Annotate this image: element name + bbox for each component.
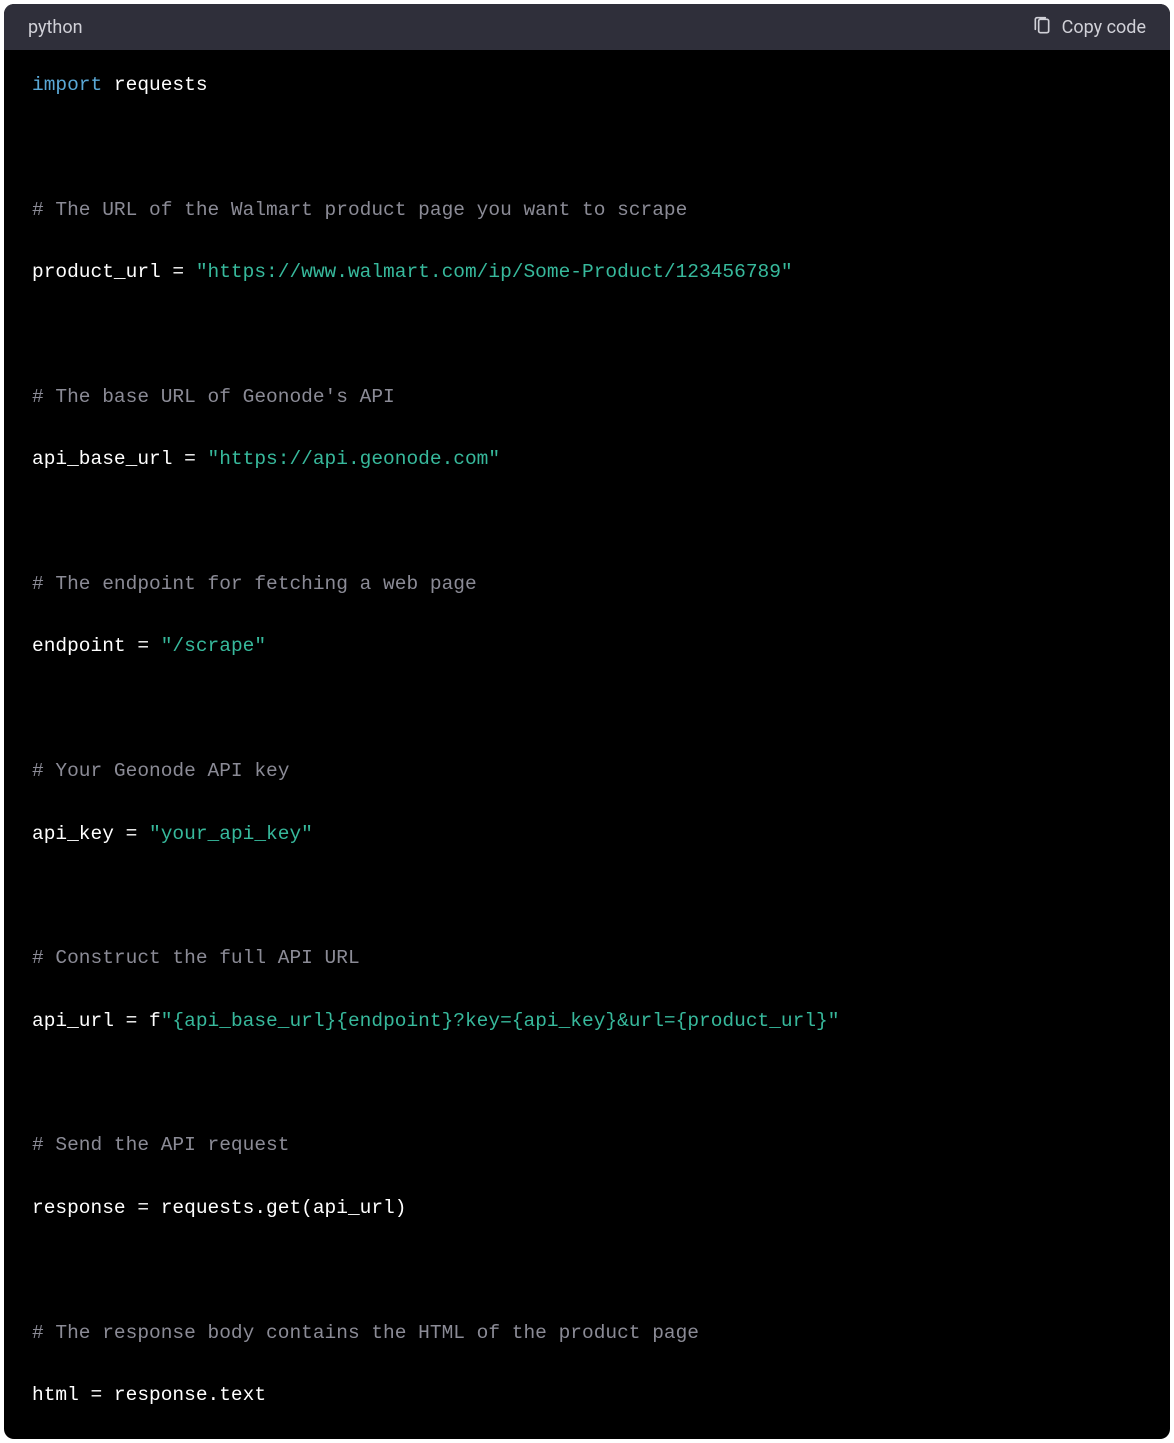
code-line: html = response.text bbox=[32, 1380, 1142, 1411]
code-line: # Construct the full API URL bbox=[32, 943, 1142, 974]
code-line bbox=[32, 881, 1142, 912]
code-token: # The URL of the Walmart product page yo… bbox=[32, 199, 687, 221]
code-token: # Send the API request bbox=[32, 1134, 289, 1156]
code-line: # The response body contains the HTML of… bbox=[32, 1318, 1142, 1349]
code-token: requests bbox=[114, 74, 208, 96]
code-body[interactable]: import requests # The URL of the Walmart… bbox=[4, 50, 1170, 1439]
code-token: # The endpoint for fetching a web page bbox=[32, 573, 477, 595]
code-token: product_url = bbox=[32, 261, 196, 283]
code-token: api_url = f bbox=[32, 1010, 161, 1032]
code-block: python Copy code import requests # The U… bbox=[4, 4, 1170, 1439]
code-line: # Send the API request bbox=[32, 1130, 1142, 1161]
copy-code-button[interactable]: Copy code bbox=[1032, 16, 1146, 38]
copy-code-label: Copy code bbox=[1062, 17, 1146, 38]
language-label: python bbox=[28, 17, 83, 38]
code-line: api_url = f"{api_base_url}{endpoint}?key… bbox=[32, 1006, 1142, 1037]
code-line bbox=[32, 507, 1142, 538]
code-token: # Your Geonode API key bbox=[32, 760, 289, 782]
code-token: # The base URL of Geonode's API bbox=[32, 386, 395, 408]
code-line bbox=[32, 1068, 1142, 1099]
code-token: "your_api_key" bbox=[149, 823, 313, 845]
code-token: import bbox=[32, 74, 114, 96]
code-token: api_key = bbox=[32, 823, 149, 845]
code-line bbox=[32, 694, 1142, 725]
code-line: product_url = "https://www.walmart.com/i… bbox=[32, 257, 1142, 288]
code-token: "{api_base_url}{endpoint}?key={api_key}&… bbox=[161, 1010, 840, 1032]
code-token: # The response body contains the HTML of… bbox=[32, 1322, 699, 1344]
code-line: response = requests.get(api_url) bbox=[32, 1193, 1142, 1224]
code-line: api_key = "your_api_key" bbox=[32, 819, 1142, 850]
code-header: python Copy code bbox=[4, 4, 1170, 50]
code-line: # The URL of the Walmart product page yo… bbox=[32, 195, 1142, 226]
code-token: "https://www.walmart.com/ip/Some-Product… bbox=[196, 261, 793, 283]
code-token: response = requests.get(api_url) bbox=[32, 1197, 406, 1219]
code-token: html = response.text bbox=[32, 1384, 266, 1406]
code-token: "https://api.geonode.com" bbox=[208, 448, 501, 470]
code-token: "/scrape" bbox=[161, 635, 266, 657]
code-line: endpoint = "/scrape" bbox=[32, 631, 1142, 662]
code-line: # The endpoint for fetching a web page bbox=[32, 569, 1142, 600]
code-token: endpoint = bbox=[32, 635, 161, 657]
code-line: # Your Geonode API key bbox=[32, 756, 1142, 787]
code-line: import requests bbox=[32, 70, 1142, 101]
clipboard-icon bbox=[1032, 16, 1052, 38]
code-line bbox=[32, 320, 1142, 351]
code-line bbox=[32, 1255, 1142, 1286]
code-line: api_base_url = "https://api.geonode.com" bbox=[32, 444, 1142, 475]
code-line: # The base URL of Geonode's API bbox=[32, 382, 1142, 413]
code-token: # Construct the full API URL bbox=[32, 947, 360, 969]
code-line bbox=[32, 132, 1142, 163]
code-token: api_base_url = bbox=[32, 448, 208, 470]
